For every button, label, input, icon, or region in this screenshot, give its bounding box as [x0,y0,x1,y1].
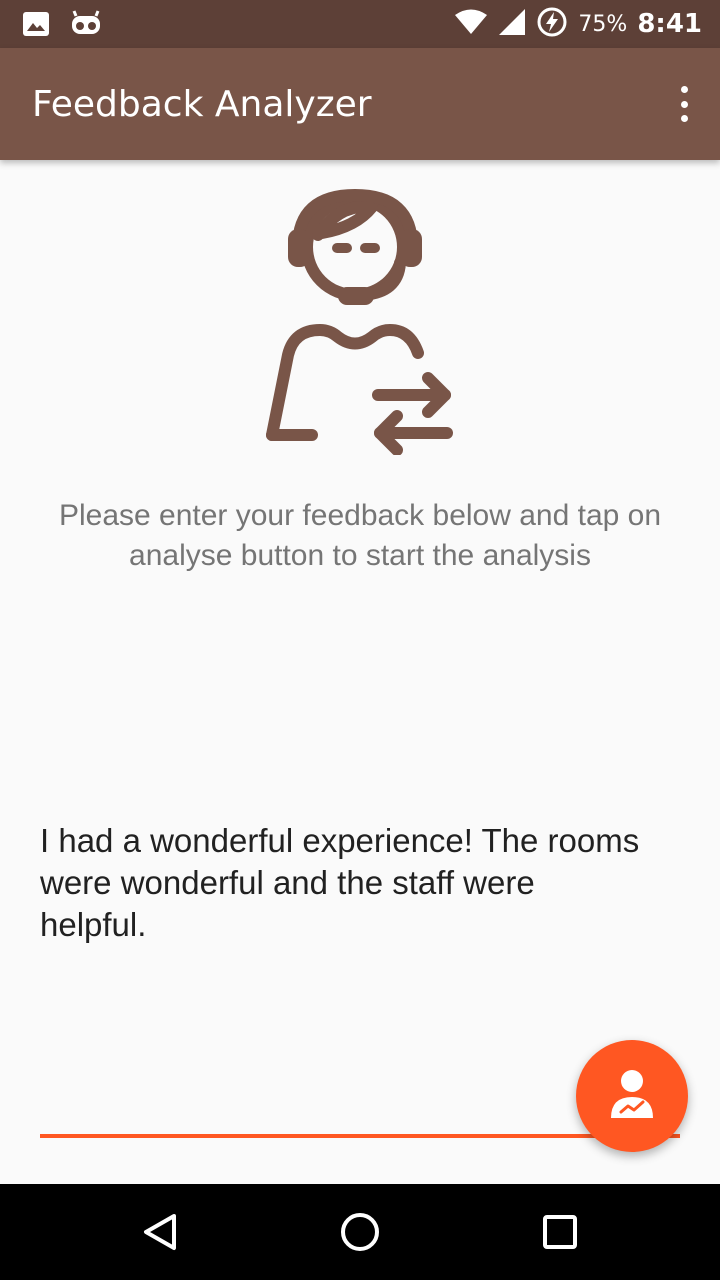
clock: 8:41 [637,9,702,39]
back-icon[interactable] [136,1208,184,1256]
feedback-input[interactable]: I had a wonderful experience! The rooms … [40,820,640,1130]
signal-icon [498,8,526,40]
battery-charging-icon [536,6,568,42]
analyst-person-icon [608,1068,656,1124]
analyse-button[interactable] [576,1040,688,1152]
instruction-text: Please enter your feedback below and tap… [58,499,662,572]
voicemail-icon [70,10,102,42]
wifi-icon [454,8,488,40]
image-icon [22,10,50,42]
app-bar: Feedback Analyzer [0,48,720,160]
home-icon[interactable] [336,1208,384,1256]
more-vert-icon[interactable] [672,86,696,122]
battery-percent: 75% [578,11,628,37]
navigation-bar [0,1184,720,1280]
app-title: Feedback Analyzer [32,84,372,125]
input-underline [40,1134,680,1138]
status-bar: 75% 8:41 [0,0,720,48]
support-agent-exchange-icon [260,185,460,456]
recents-icon[interactable] [536,1208,584,1256]
